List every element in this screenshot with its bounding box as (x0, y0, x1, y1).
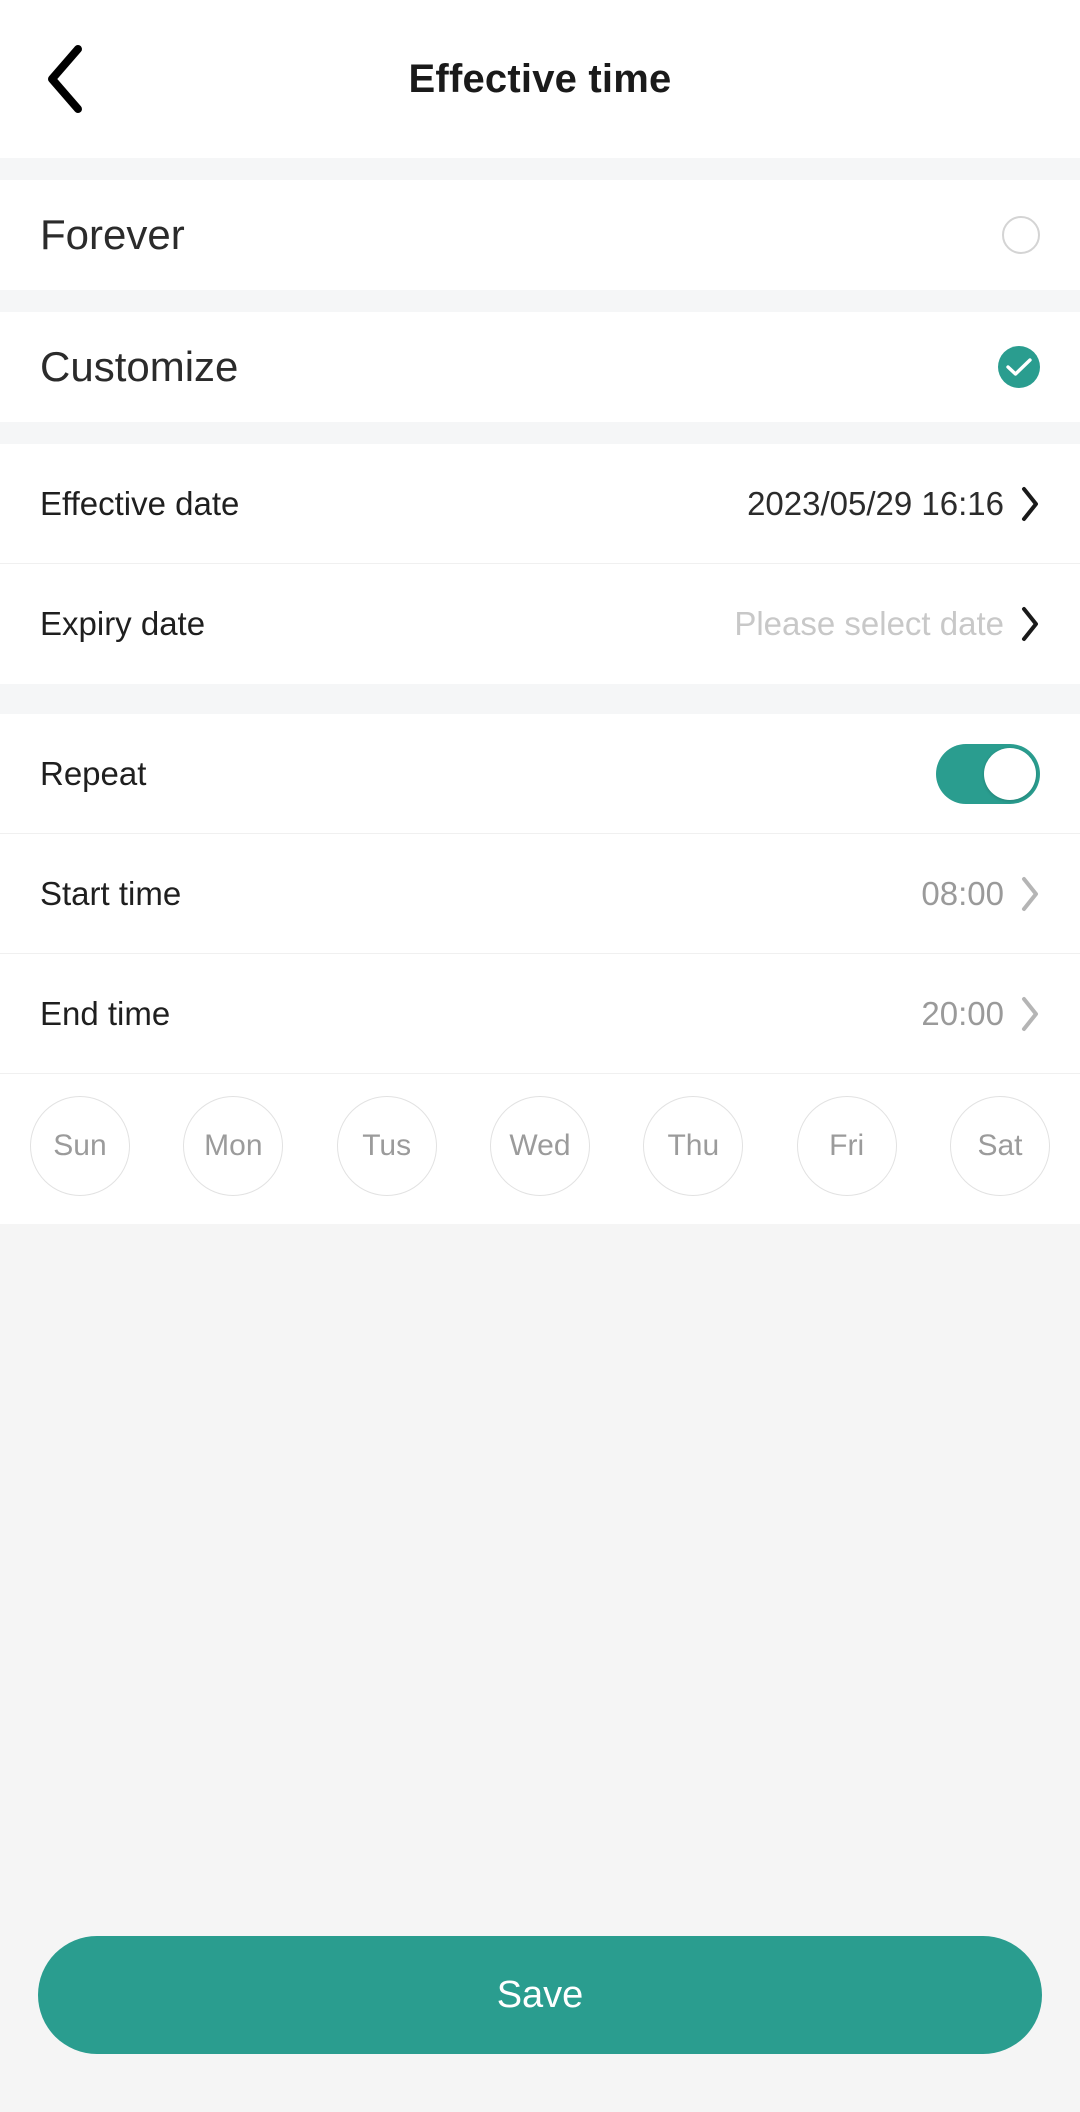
row-expiry-date[interactable]: Expiry date Please select date (0, 564, 1080, 684)
label-end-time: End time (40, 994, 171, 1032)
value-group-effective-date: 2023/05/29 16:16 (747, 485, 1040, 523)
day-chip-thu[interactable]: Thu (643, 1096, 744, 1196)
row-repeat[interactable]: Repeat (0, 714, 1080, 834)
label-repeat: Repeat (40, 754, 147, 792)
value-group-start-time: 08:00 (921, 875, 1040, 913)
section-divider (0, 684, 1080, 714)
day-chip-mon[interactable]: Mon (183, 1096, 284, 1196)
value-group-expiry-date: Please select date (734, 605, 1040, 643)
label-start-time: Start time (40, 874, 182, 912)
value-group-end-time: 20:00 (921, 995, 1040, 1033)
toggle-knob (984, 747, 1036, 800)
section-divider (0, 158, 1080, 180)
value-start-time: 08:00 (921, 874, 1004, 912)
value-expiry-date: Please select date (734, 605, 1004, 642)
empty-space (0, 1224, 1080, 1936)
app-header: Effective time (0, 0, 1080, 158)
back-button[interactable] (22, 36, 108, 122)
page-title: Effective time (408, 56, 672, 101)
section-divider (0, 290, 1080, 312)
repeat-card: Repeat Start time 08:00 End time 20:00 S… (0, 714, 1080, 1224)
day-chip-sun[interactable]: Sun (30, 1096, 130, 1196)
repeat-toggle[interactable] (936, 743, 1040, 804)
option-label-customize: Customize (40, 343, 239, 390)
day-chip-fri[interactable]: Fri (796, 1096, 897, 1196)
chevron-right-icon (1020, 486, 1040, 522)
value-end-time: 20:00 (921, 994, 1004, 1032)
row-end-time[interactable]: End time 20:00 (0, 954, 1080, 1074)
save-button[interactable]: Save (38, 1936, 1042, 2054)
effective-time-screen: Effective time Forever Customize Effecti… (0, 0, 1080, 2112)
chevron-right-icon (1020, 996, 1040, 1032)
option-row-customize[interactable]: Customize (0, 312, 1080, 422)
date-card: Effective date 2023/05/29 16:16 Expiry d… (0, 444, 1080, 684)
check-circle-icon[interactable] (998, 346, 1040, 388)
option-row-forever[interactable]: Forever (0, 180, 1080, 290)
footer-bar: Save (0, 1936, 1080, 2112)
row-effective-date[interactable]: Effective date 2023/05/29 16:16 (0, 444, 1080, 564)
day-chip-tus[interactable]: Tus (336, 1096, 437, 1196)
weekday-selector: Sun Mon Tus Wed Thu Fri Sat (0, 1074, 1080, 1224)
chevron-right-icon (1020, 606, 1040, 642)
chevron-right-icon (1020, 876, 1040, 912)
radio-unselected-icon[interactable] (1002, 216, 1040, 254)
value-effective-date: 2023/05/29 16:16 (747, 484, 1004, 522)
label-expiry-date: Expiry date (40, 605, 206, 642)
option-label-forever: Forever (40, 211, 185, 258)
forever-card: Forever (0, 180, 1080, 290)
chevron-left-icon (42, 43, 88, 115)
section-divider (0, 422, 1080, 444)
day-chip-wed[interactable]: Wed (489, 1096, 590, 1196)
day-chip-sat[interactable]: Sat (949, 1096, 1050, 1196)
row-start-time[interactable]: Start time 08:00 (0, 834, 1080, 954)
label-effective-date: Effective date (40, 484, 240, 522)
customize-card: Customize (0, 312, 1080, 422)
